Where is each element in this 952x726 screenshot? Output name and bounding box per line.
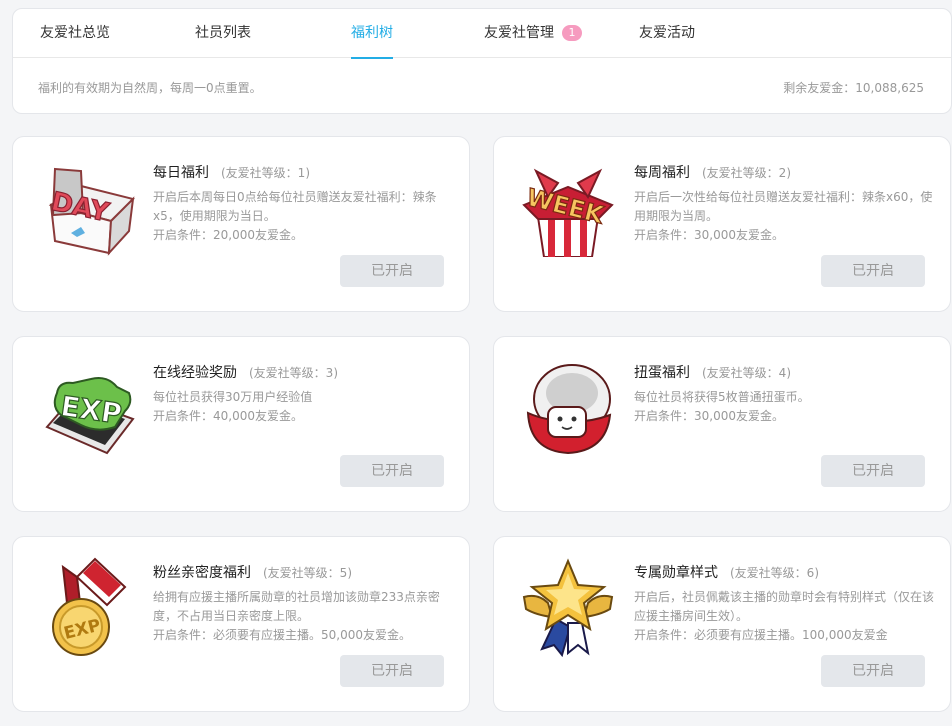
card-description: 给拥有应援主播所属勋章的社员增加该勋章233点亲密度，不占用当日亲密度上限。 开… bbox=[153, 588, 453, 645]
day-box-icon: DAY bbox=[37, 157, 137, 257]
tab-label: 友爱活动 bbox=[639, 25, 695, 41]
card-level: (友爱社等级：2) bbox=[702, 166, 791, 180]
card-description: 开启后本周每日0点给每位社员赠送友爱社福利：辣条x5，使用期限为当日。 开启条件… bbox=[153, 188, 453, 245]
welfare-card-intimacy: EXP 粉丝亲密度福利 (友爱社等级：5) 给拥有应援主播所属勋章的社员增加该勋章… bbox=[12, 536, 470, 712]
card-title-row: 每周福利 (友爱社等级：2) bbox=[634, 162, 791, 182]
gacha-capsule-icon bbox=[518, 357, 618, 457]
card-desc-line: 每位社员将获得5枚普通扭蛋币。 bbox=[634, 390, 810, 404]
card-level: (友爱社等级：3) bbox=[249, 366, 338, 380]
card-description: 每位社员将获得5枚普通扭蛋币。 开启条件：30,000友爱金。 bbox=[634, 388, 934, 426]
exp-screen-icon: EXP bbox=[37, 357, 137, 457]
tab-overview[interactable]: 友爱社总览 bbox=[40, 9, 110, 58]
validity-notice: 福利的有效期为自然周，每周一0点重置。 bbox=[38, 81, 262, 95]
tab-activities[interactable]: 友爱活动 bbox=[639, 9, 695, 58]
welfare-card-gacha: 扭蛋福利 (友爱社等级：4) 每位社员将获得5枚普通扭蛋币。 开启条件：30,00… bbox=[493, 336, 951, 512]
activated-button[interactable]: 已开启 bbox=[821, 255, 925, 287]
card-desc-line: 开启后一次性给每位社员赠送友爱社福利：辣条x60，使用期限为当周。 bbox=[634, 190, 933, 223]
tab-welfare-tree[interactable]: 福利树 bbox=[351, 9, 393, 59]
card-title-row: 每日福利 (友爱社等级：1) bbox=[153, 162, 310, 182]
card-level: (友爱社等级：6) bbox=[730, 566, 819, 580]
card-description: 每位社员获得30万用户经验值 开启条件：40,000友爱金。 bbox=[153, 388, 453, 426]
card-description: 开启后，社员佩戴该主播的勋章时会有特别样式（仅在该应援主播房间生效）。 开启条件… bbox=[634, 588, 934, 645]
card-desc-line: 每位社员获得30万用户经验值 bbox=[153, 390, 313, 404]
tab-label: 社员列表 bbox=[195, 25, 251, 41]
tab-label: 福利树 bbox=[351, 25, 393, 41]
welfare-card-online-exp: EXP 在线经验奖励 (友爱社等级：3) 每位社员获得30万用户经验值 开启条件：… bbox=[12, 336, 470, 512]
activated-button[interactable]: 已开启 bbox=[821, 455, 925, 487]
welfare-card-exclusive-badge: 专属勋章样式 (友爱社等级：6) 开启后，社员佩戴该主播的勋章时会有特别样式（仅在… bbox=[493, 536, 951, 712]
exp-medal-icon: EXP bbox=[37, 557, 137, 657]
tab-label: 友爱社管理 bbox=[484, 25, 554, 41]
card-level: (友爱社等级：5) bbox=[263, 566, 352, 580]
card-title: 专属勋章样式 bbox=[634, 565, 718, 581]
card-desc-line: 开启条件：30,000友爱金。 bbox=[634, 409, 784, 423]
card-description: 开启后一次性给每位社员赠送友爱社福利：辣条x60，使用期限为当周。 开启条件：3… bbox=[634, 188, 934, 245]
week-box-icon: WEEK bbox=[518, 157, 618, 258]
card-title: 每日福利 bbox=[153, 165, 209, 181]
card-desc-line: 开启后，社员佩戴该主播的勋章时会有特别样式（仅在该应援主播房间生效）。 bbox=[634, 590, 935, 623]
card-title: 每周福利 bbox=[634, 165, 690, 181]
card-desc-line: 开启后本周每日0点给每位社员赠送友爱社福利：辣条x5，使用期限为当日。 bbox=[153, 190, 437, 223]
card-level: (友爱社等级：4) bbox=[702, 366, 791, 380]
card-desc-line: 给拥有应援主播所属勋章的社员增加该勋章233点亲密度，不占用当日亲密度上限。 bbox=[153, 590, 440, 623]
card-title-row: 在线经验奖励 (友爱社等级：3) bbox=[153, 362, 338, 382]
welfare-card-daily: DAY 每日福利 (友爱社等级：1) 开启后本周每日0点给每位社员赠送友爱社福利：… bbox=[12, 136, 470, 312]
card-title: 在线经验奖励 bbox=[153, 365, 237, 381]
tab-bar: 友爱社总览 社员列表 福利树 友爱社管理 1 友爱活动 bbox=[13, 9, 951, 59]
card-desc-line: 开启条件：20,000友爱金。 bbox=[153, 228, 303, 242]
welfare-card-weekly: WEEK 每周福利 (友爱社等级：2) 开启后一次性给每位社员赠送友爱社福利：辣条… bbox=[493, 136, 951, 312]
card-desc-line: 开启条件：40,000友爱金。 bbox=[153, 409, 303, 423]
notification-badge: 1 bbox=[562, 25, 582, 41]
card-level: (友爱社等级：1) bbox=[221, 166, 310, 180]
star-badge-icon bbox=[518, 557, 618, 658]
activated-button[interactable]: 已开启 bbox=[340, 655, 444, 687]
card-title-row: 粉丝亲密度福利 (友爱社等级：5) bbox=[153, 562, 352, 582]
card-desc-line: 开启条件：必须要有应援主播。100,000友爱金 bbox=[634, 628, 888, 642]
card-title-row: 专属勋章样式 (友爱社等级：6) bbox=[634, 562, 819, 582]
activated-button[interactable]: 已开启 bbox=[340, 255, 444, 287]
activated-button[interactable]: 已开启 bbox=[821, 655, 925, 687]
tab-label: 友爱社总览 bbox=[40, 25, 110, 41]
card-desc-line: 开启条件：30,000友爱金。 bbox=[634, 228, 784, 242]
tab-management[interactable]: 友爱社管理 1 bbox=[484, 9, 582, 58]
card-desc-line: 开启条件：必须要有应援主播。50,000友爱金。 bbox=[153, 628, 411, 642]
card-title: 粉丝亲密度福利 bbox=[153, 565, 251, 581]
card-title-row: 扭蛋福利 (友爱社等级：4) bbox=[634, 362, 791, 382]
card-title: 扭蛋福利 bbox=[634, 365, 690, 381]
header-panel: 友爱社总览 社员列表 福利树 友爱社管理 1 友爱活动 福利的有效期为自然周，每周… bbox=[12, 8, 952, 114]
tab-members[interactable]: 社员列表 bbox=[195, 9, 251, 58]
balance-text: 剩余友爱金：10,088,625 bbox=[783, 81, 924, 95]
activated-button[interactable]: 已开启 bbox=[340, 455, 444, 487]
